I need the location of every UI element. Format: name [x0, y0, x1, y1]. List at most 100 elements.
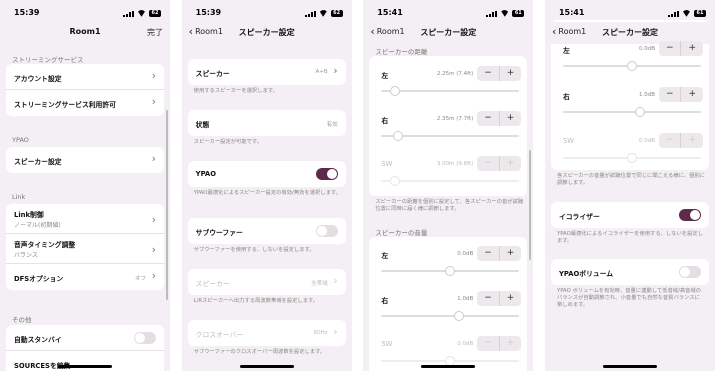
sources-edit-row[interactable]: SOURCESを編集 [6, 351, 164, 371]
row-label: スピーカー [195, 280, 230, 288]
wifi-icon [500, 10, 509, 17]
volume-right-stepper[interactable]: − + [658, 87, 703, 102]
plus-button[interactable]: + [500, 111, 522, 126]
distance-right-slider[interactable] [381, 131, 520, 141]
plus-button[interactable]: + [500, 246, 522, 261]
channel-label: 右 [381, 297, 389, 305]
volume-left-stepper[interactable]: − + [477, 246, 522, 261]
crossover-row[interactable]: クロスオーバー 80Hz › [188, 320, 346, 346]
battery-icon: 61 [512, 10, 525, 17]
minus-button[interactable]: − [659, 41, 682, 56]
dfs-option-row[interactable]: DFSオプション オフ › [6, 264, 164, 290]
volume-right-slider[interactable] [381, 311, 520, 321]
done-button[interactable]: 完了 [147, 27, 163, 38]
minus-button[interactable]: − [659, 87, 682, 102]
distance-left-slider[interactable] [381, 86, 520, 96]
ypao-volume-toggle[interactable] [678, 266, 701, 278]
plus-button[interactable]: + [681, 87, 703, 102]
status-time: 15:41 [558, 8, 585, 17]
plus-button[interactable]: + [681, 133, 703, 148]
slider-thumb[interactable] [635, 107, 646, 117]
volume-left-slider[interactable] [381, 266, 520, 276]
slider-thumb[interactable] [392, 131, 403, 141]
speaker-range-note: L/Rスピーカーへ出力する周波数帯域を設定します。 [193, 298, 319, 304]
plus-button[interactable]: + [500, 291, 522, 306]
slider-thumb[interactable] [445, 266, 456, 276]
slider-thumb[interactable] [626, 61, 637, 71]
equalizer-row: イコライザー [551, 202, 709, 228]
streaming-permission-row[interactable]: ストリーミングサービス利用許可 › [6, 90, 164, 116]
channel-value: 0.0dB [457, 251, 474, 257]
auto-standby-toggle[interactable] [134, 332, 156, 344]
distance-left-stepper[interactable]: − + [477, 66, 522, 81]
volume-note: 各スピーカーの音量が試聴位置で同じに聞こえる様に、個別に調節します。 [556, 173, 705, 186]
speaker-select-row[interactable]: スピーカー A+B › [188, 59, 346, 85]
subwoofer-toggle[interactable] [315, 225, 338, 237]
minus-button[interactable]: − [477, 336, 500, 351]
equalizer-card: イコライザー [550, 202, 709, 228]
link-control-row[interactable]: Link制御 ノーマル(初期値) › [6, 204, 164, 234]
volume-sw-stepper[interactable]: − + [477, 336, 522, 351]
minus-button[interactable]: − [477, 291, 500, 306]
volume-sw-slider[interactable] [381, 356, 520, 366]
nav-bar: Room1 完了 [0, 22, 170, 44]
page-title: スピーカー設定 [601, 28, 658, 37]
slider-thumb[interactable] [453, 311, 464, 321]
slider-thumb[interactable] [390, 176, 401, 186]
section-header-streaming: ストリーミングサービス [12, 56, 84, 64]
scrollbar[interactable] [529, 150, 532, 260]
minus-button[interactable]: − [659, 133, 682, 148]
account-settings-row[interactable]: アカウント設定 › [6, 64, 164, 90]
slider-thumb[interactable] [626, 153, 637, 163]
audio-timing-row[interactable]: 音声タイミング調整 バランス › [6, 234, 164, 264]
ypao-volume-row: YPAOボリューム [551, 259, 709, 285]
home-indicator [421, 365, 476, 368]
scrollbar[interactable] [166, 110, 168, 300]
status-bar: 15:41 61 [545, 6, 715, 20]
volume-sw-stepper[interactable]: − + [658, 133, 703, 148]
channel-label: SW [381, 340, 393, 348]
plus-button[interactable]: + [681, 41, 703, 56]
row-value: オフ [134, 276, 146, 282]
distance-sw-slider[interactable] [381, 176, 520, 186]
volume-right-stepper[interactable]: − + [477, 291, 522, 306]
plus-button[interactable]: + [500, 66, 522, 81]
distance-note: スピーカーの距離を個別に設定して、各スピーカーの音が試聴位置に同時に届く様に調節… [375, 199, 524, 212]
row-sublabel: バランス [14, 252, 38, 259]
minus-button[interactable]: − [477, 111, 500, 126]
volume-left-stepper[interactable]: − + [658, 41, 703, 56]
ypao-card: スピーカー設定 › [6, 147, 164, 173]
row-label: イコライザー [558, 213, 600, 221]
ypao-volume-note: YPAO ボリュームを有効時、音量に連動して低音域/高音域のバランスが自動調節さ… [556, 288, 702, 308]
signal-icon [667, 11, 679, 17]
minus-button[interactable]: − [477, 156, 500, 171]
distance-right-stepper[interactable]: − + [477, 111, 522, 126]
minus-button[interactable]: − [477, 246, 500, 261]
row-label: クロスオーバー [195, 331, 244, 339]
slider-thumb[interactable] [390, 86, 401, 96]
row-label: 自動スタンバイ [14, 336, 62, 344]
signal-icon [123, 11, 134, 17]
channel-label: 左 [381, 252, 389, 260]
row-value: 80Hz [313, 330, 328, 336]
distance-sw-stepper[interactable]: − + [477, 156, 522, 171]
volume-left-slider[interactable] [562, 61, 701, 71]
nav-bar: ‹ Room1 スピーカー設定 [182, 22, 352, 44]
volume-right-slider[interactable] [562, 107, 701, 117]
page-title: Room1 [69, 27, 101, 36]
signal-icon [486, 11, 498, 17]
ypao-volume-card: YPAOボリューム [550, 259, 709, 285]
minus-button[interactable]: − [477, 66, 500, 81]
row-value: 全帯域 [311, 281, 328, 287]
plus-button[interactable]: + [500, 156, 522, 171]
ypao-toggle[interactable] [315, 168, 338, 180]
chevron-right-icon: › [333, 64, 338, 77]
equalizer-toggle[interactable] [678, 209, 701, 221]
speaker-range-row[interactable]: スピーカー 全帯域 › [188, 269, 346, 295]
plus-button[interactable]: + [500, 336, 522, 351]
channel-label: 右 [381, 117, 389, 125]
channel-value: 0.0dB [638, 138, 655, 144]
crossover-card: クロスオーバー 80Hz › [187, 320, 346, 346]
volume-sw-slider[interactable] [562, 153, 701, 163]
speaker-settings-row[interactable]: スピーカー設定 › [6, 147, 164, 173]
